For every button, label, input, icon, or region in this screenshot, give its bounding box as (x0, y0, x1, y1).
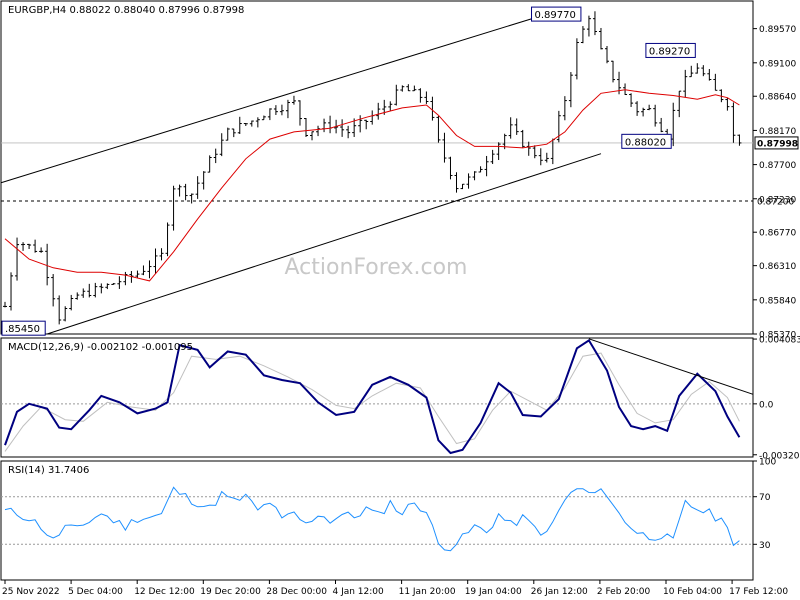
current-price-text: 0.87998 (757, 139, 798, 149)
rsi-header: RSI(14) 31.7406 (8, 465, 89, 476)
price-tick-label-0: 0.89570 (759, 25, 796, 35)
time-tick-label-0: 25 Nov 2022 (2, 587, 60, 597)
macd-header: MACD(12,26,9) -0.002102 -0.001095 (8, 342, 193, 353)
time-tick-label-5: 4 Jan 12:00 (332, 587, 384, 597)
price-tick-label-4: 0.87700 (759, 161, 796, 171)
price-tick-label-1: 0.89100 (759, 59, 796, 69)
macd-tick-label-0: 0.004083 (759, 336, 800, 346)
price-label-3: .85450 (1, 320, 46, 336)
price-label-text: 0.89270 (649, 46, 690, 57)
time-tick-label-4: 28 Dec 00:00 (266, 587, 327, 597)
rsi-tick-label-2: 30 (759, 541, 771, 551)
time-tick-label-8: 26 Jan 12:00 (531, 587, 588, 597)
price-label-text: 0.88020 (625, 137, 666, 148)
time-tick-label-1: 5 Dec 04:00 (68, 587, 123, 597)
time-tick-label-2: 12 Dec 12:00 (134, 587, 195, 597)
rsi-tick-label-1: 70 (759, 493, 771, 503)
price-label-0: 0.89770 (531, 6, 582, 22)
watermark: ActionForex.com (285, 255, 468, 280)
current-price-badge: 0.87998 (754, 136, 799, 150)
price-tick-label-8: 0.85840 (759, 296, 796, 306)
level-line-label: 0.87200 (757, 197, 794, 207)
time-tick-label-11: 17 Feb 12:00 (729, 587, 788, 597)
price-label-2: 0.88020 (621, 133, 672, 149)
symbol-header: EURGBP,H4 0.88022 0.88040 0.87996 0.8799… (8, 5, 244, 16)
macd-tick-label-1: 0.0 (759, 400, 774, 410)
time-tick-label-7: 19 Jan 04:00 (465, 587, 522, 597)
price-tick-label-3: 0.88170 (759, 127, 796, 137)
time-tick-label-10: 10 Feb 04:00 (663, 587, 722, 597)
chart-background (0, 0, 800, 600)
price-label-text: 0.89770 (535, 10, 576, 21)
price-label-1: 0.89270 (645, 42, 696, 58)
price-tick-label-2: 0.88640 (759, 93, 796, 103)
price-tick-label-7: 0.86310 (759, 262, 796, 272)
price-tick-label-6: 0.86770 (759, 229, 796, 239)
time-tick-label-3: 19 Dec 20:00 (200, 587, 261, 597)
time-tick-label-9: 2 Feb 20:00 (597, 587, 651, 597)
chart-canvas: ActionForex.com 0.89570 0.89100 0.88640 0.8… (0, 0, 800, 600)
rsi-tick-label-0: 100 (759, 458, 776, 468)
price-label-text: .85450 (5, 324, 40, 335)
time-tick-label-6: 11 Jan 20:00 (399, 587, 456, 597)
